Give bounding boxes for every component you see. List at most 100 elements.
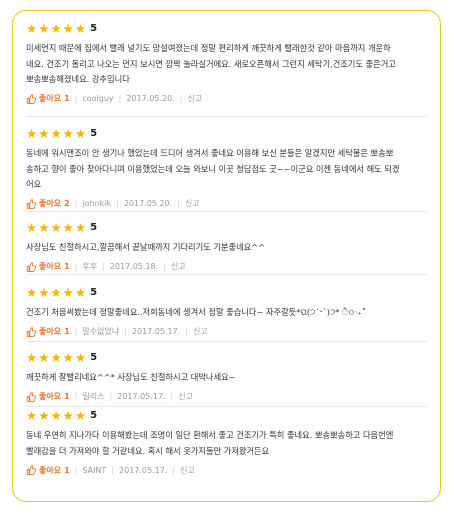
review-line: 사장님도 친절하시고,깔끔해서 끝날때까지 기다리기도 기분좋네요^^ [26,242,266,252]
star-icon: ★ [26,285,38,300]
report-link[interactable]: 신고 [180,465,195,476]
review-line: 동네 우연히 지나가다 이용해봤는데 조명이 일단 환해서 좋고 건조기가 특히… [26,430,394,440]
report-link[interactable]: 신고 [185,198,200,209]
divider: | [111,465,115,475]
like-button[interactable]: 좋아요 1 [26,391,70,402]
rating-score: 5 [90,222,98,233]
star-icon: ★ [38,21,50,36]
review-line: 건조기 처음써봤는데 정말좋네요..저희동네에 생겨서 정말 좋습니다~ 자주갈… [26,307,366,317]
review-author: coolguy [82,94,114,103]
divider: | [163,262,166,271]
star-icon: ★ [38,350,50,365]
review-date: 2017.05.20. [126,94,175,103]
star-icon: ★ [62,285,74,300]
like-label: 좋아요 [39,94,62,103]
like-label: 좋아요 [39,465,62,475]
review-text: 동네 우연히 지나가다 이용해봤는데 조명이 일단 환해서 좋고 건조기가 특히… [26,428,427,459]
divider: | [74,94,78,103]
like-count: 1 [64,392,70,401]
review-text: 깨끗하게 잘빨리네요^^* 사장님도 친절하시고 대박나세요~ [26,370,427,386]
star-icon: ★ [50,285,62,300]
divider: | [118,94,122,103]
review-date: 2017.05.17. [119,465,168,475]
thumbs-up-icon [26,261,36,272]
review-author: 후후 [82,262,98,271]
review-item: ★ ★ ★ ★ ★ 5 동네에 워시맨조이 안 생기나 했었는데 드디어 생겨서 좋네요… [26,127,427,210]
review-text: 사장님도 친절하시고,깔끔해서 끝날때까지 기다리기도 기분좋네요^^ [26,240,427,256]
rating-score: 5 [90,410,98,421]
star-icon: ★ [74,21,87,36]
star-icon: ★ [50,408,62,423]
like-count: 1 [64,94,70,103]
report-link[interactable]: 신고 [187,93,202,104]
divider: | [177,199,180,208]
rating-score: 5 [90,128,98,139]
divider [26,341,427,342]
report-link[interactable]: 신고 [178,391,193,402]
thumbs-up-icon [26,198,36,209]
review-line: 미세먼지 때문에 집에서 빨래 널기도 망설여졌는데 정말 편리하게 깨끗하게 … [26,43,391,53]
divider [26,406,427,407]
divider: | [185,327,188,336]
star-icon: ★ [62,126,74,141]
report-link[interactable]: 신고 [171,261,186,272]
rating: ★ ★ ★ ★ ★ 5 [26,22,427,36]
review-line: 동네에 워시맨조이 안 생기나 했었는데 드디어 생겨서 좋네요 이용해 보신 … [26,148,394,158]
review-text: 동네에 워시맨조이 안 생기나 했었는데 드디어 생겨서 좋네요 이용해 보신 … [26,146,427,193]
review-line: 빨래감을 더 가져와야 할 거같네요. 혹시 해서 옷가지들만 가져왔거든요 [26,445,270,456]
like-count: 1 [64,465,70,475]
review-line: 네요. 건조기 돌리고 나오는 먼지 보시면 깜짝 놀라실거에요. 새로오픈해서… [26,58,396,69]
star-icon: ★ [62,408,74,423]
star-icon: ★ [74,350,87,365]
divider: | [109,392,113,401]
like-button[interactable]: 좋아요 2 [26,198,70,209]
review-item: ★ ★ ★ ★ ★ 5 미세먼지 때문에 집에서 빨래 널기도 망설여졌는데 정말 편리… [26,22,427,105]
review-meta: 좋아요 2 | johnkik | 2017.05.20. | 신고 [26,198,427,210]
rating-score: 5 [90,352,98,363]
thumbs-up-icon [26,391,36,402]
review-item: ★ ★ ★ ★ ★ 5 깨끗하게 잘빨리네요^^* 사장님도 친절하시고 대박나세요~ … [26,351,427,403]
like-label: 좋아요 [39,327,62,336]
like-label: 좋아요 [39,262,62,271]
rating: ★ ★ ★ ★ ★ 5 [26,286,427,300]
review-meta: 좋아요 1 | SAINT | 2017.05.17. | 신고 [26,464,427,476]
divider: | [116,199,119,208]
divider: | [179,94,183,103]
star-icon: ★ [26,220,38,235]
star-icon: ★ [50,21,62,36]
review-author: 릴리스 [82,392,105,401]
like-label: 좋아요 [39,199,62,208]
like-button[interactable]: 좋아요 1 [26,326,70,337]
thumbs-up-icon [26,93,36,104]
star-icon: ★ [62,220,74,235]
thumbs-up-icon [26,326,36,337]
like-button[interactable]: 좋아요 1 [26,465,70,476]
star-icon: ★ [62,350,74,365]
review-line: 송하고 향이 좋아 찾아다니며 이용했었는데 오늘 와보니 이곳 청담점도 굿~… [26,163,400,174]
like-button[interactable]: 좋아요 1 [26,93,70,104]
review-date: 2017.05.17. [117,392,166,401]
report-link[interactable]: 신고 [193,326,208,337]
review-text: 건조기 처음써봤는데 정말좋네요..저희동네에 생겨서 정말 좋습니다~ 자주갈… [26,305,427,321]
divider: | [74,392,78,401]
rating-score: 5 [90,23,98,34]
like-count: 1 [64,262,70,271]
like-label: 좋아요 [39,392,62,401]
star-icon: ★ [26,408,38,423]
divider [26,211,427,212]
star-icon: ★ [38,220,50,235]
review-date: 2017.05.18. [109,262,159,271]
rating: ★ ★ ★ ★ ★ 5 [26,221,427,235]
star-icon: ★ [50,350,62,365]
review-date: 2017.05.17. [131,327,181,336]
star-icon: ★ [50,220,62,235]
star-icon: ★ [26,126,38,141]
like-button[interactable]: 좋아요 1 [26,261,70,272]
rating: ★ ★ ★ ★ ★ 5 [26,409,427,423]
review-author: SAINT [82,465,107,475]
divider: | [74,199,78,208]
review-line: 깨끗하게 잘빨리네요^^* 사장님도 친절하시고 대박나세요~ [26,372,236,382]
review-panel: ★ ★ ★ ★ ★ 5 미세먼지 때문에 집에서 빨래 널기도 망설여졌는데 정말 편리… [12,10,441,502]
like-count: 2 [64,199,70,208]
review-text: 미세먼지 때문에 집에서 빨래 널기도 망설여졌는데 정말 편리하게 깨끗하게 … [26,41,427,88]
